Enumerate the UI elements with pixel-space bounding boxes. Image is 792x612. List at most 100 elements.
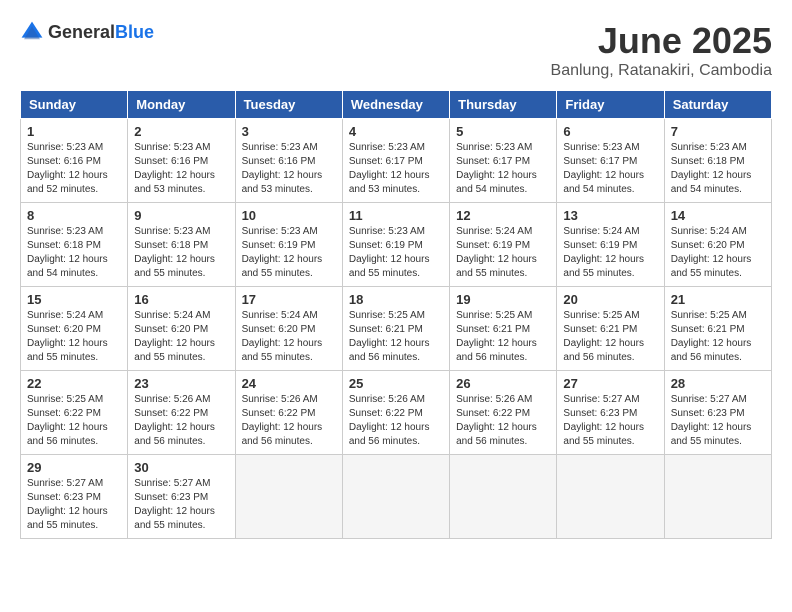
day-number: 26 <box>456 376 550 391</box>
sunset-text: Sunset: 6:23 PM <box>563 408 637 419</box>
day-number: 6 <box>563 124 657 139</box>
sunrise-text: Sunrise: 5:27 AM <box>134 478 210 489</box>
sunset-text: Sunset: 6:22 PM <box>27 408 101 419</box>
sunrise-text: Sunrise: 5:23 AM <box>134 226 210 237</box>
sunset-text: Sunset: 6:19 PM <box>563 240 637 251</box>
sunrise-text: Sunrise: 5:23 AM <box>242 226 318 237</box>
col-wednesday: Wednesday <box>342 91 449 119</box>
table-row: 10 Sunrise: 5:23 AM Sunset: 6:19 PM Dayl… <box>235 203 342 287</box>
day-info: Sunrise: 5:23 AM Sunset: 6:19 PM Dayligh… <box>349 225 443 281</box>
day-number: 8 <box>27 208 121 223</box>
table-row <box>557 455 664 539</box>
sunrise-text: Sunrise: 5:25 AM <box>349 310 425 321</box>
calendar-header-row: Sunday Monday Tuesday Wednesday Thursday… <box>21 91 772 119</box>
sunrise-text: Sunrise: 5:23 AM <box>349 142 425 153</box>
location-title: Banlung, Ratanakiri, Cambodia <box>551 62 772 80</box>
daylight-text: Daylight: 12 hours and 54 minutes. <box>563 170 644 195</box>
daylight-text: Daylight: 12 hours and 55 minutes. <box>563 254 644 279</box>
sunrise-text: Sunrise: 5:24 AM <box>456 226 532 237</box>
day-info: Sunrise: 5:23 AM Sunset: 6:16 PM Dayligh… <box>27 141 121 197</box>
day-number: 18 <box>349 292 443 307</box>
table-row: 30 Sunrise: 5:27 AM Sunset: 6:23 PM Dayl… <box>128 455 235 539</box>
day-number: 1 <box>27 124 121 139</box>
table-row: 20 Sunrise: 5:25 AM Sunset: 6:21 PM Dayl… <box>557 287 664 371</box>
table-row: 17 Sunrise: 5:24 AM Sunset: 6:20 PM Dayl… <box>235 287 342 371</box>
sunrise-text: Sunrise: 5:25 AM <box>563 310 639 321</box>
day-number: 4 <box>349 124 443 139</box>
table-row: 22 Sunrise: 5:25 AM Sunset: 6:22 PM Dayl… <box>21 371 128 455</box>
sunrise-text: Sunrise: 5:27 AM <box>563 394 639 405</box>
table-row: 28 Sunrise: 5:27 AM Sunset: 6:23 PM Dayl… <box>664 371 771 455</box>
col-friday: Friday <box>557 91 664 119</box>
title-area: June 2025 Banlung, Ratanakiri, Cambodia <box>551 20 772 80</box>
sunset-text: Sunset: 6:16 PM <box>134 156 208 167</box>
day-info: Sunrise: 5:27 AM Sunset: 6:23 PM Dayligh… <box>134 477 228 533</box>
table-row: 7 Sunrise: 5:23 AM Sunset: 6:18 PM Dayli… <box>664 119 771 203</box>
table-row: 3 Sunrise: 5:23 AM Sunset: 6:16 PM Dayli… <box>235 119 342 203</box>
day-info: Sunrise: 5:23 AM Sunset: 6:18 PM Dayligh… <box>27 225 121 281</box>
daylight-text: Daylight: 12 hours and 56 minutes. <box>242 422 323 447</box>
day-number: 11 <box>349 208 443 223</box>
daylight-text: Daylight: 12 hours and 56 minutes. <box>671 338 752 363</box>
table-row: 13 Sunrise: 5:24 AM Sunset: 6:19 PM Dayl… <box>557 203 664 287</box>
daylight-text: Daylight: 12 hours and 55 minutes. <box>27 506 108 531</box>
day-number: 23 <box>134 376 228 391</box>
day-number: 19 <box>456 292 550 307</box>
sunset-text: Sunset: 6:20 PM <box>671 240 745 251</box>
table-row: 11 Sunrise: 5:23 AM Sunset: 6:19 PM Dayl… <box>342 203 449 287</box>
daylight-text: Daylight: 12 hours and 56 minutes. <box>349 338 430 363</box>
daylight-text: Daylight: 12 hours and 53 minutes. <box>134 170 215 195</box>
sunset-text: Sunset: 6:23 PM <box>27 492 101 503</box>
table-row: 14 Sunrise: 5:24 AM Sunset: 6:20 PM Dayl… <box>664 203 771 287</box>
daylight-text: Daylight: 12 hours and 55 minutes. <box>671 422 752 447</box>
day-number: 24 <box>242 376 336 391</box>
sunrise-text: Sunrise: 5:24 AM <box>671 226 747 237</box>
daylight-text: Daylight: 12 hours and 55 minutes. <box>456 254 537 279</box>
day-number: 21 <box>671 292 765 307</box>
sunset-text: Sunset: 6:20 PM <box>242 324 316 335</box>
day-info: Sunrise: 5:24 AM Sunset: 6:20 PM Dayligh… <box>242 309 336 365</box>
sunrise-text: Sunrise: 5:26 AM <box>456 394 532 405</box>
day-info: Sunrise: 5:23 AM Sunset: 6:18 PM Dayligh… <box>134 225 228 281</box>
table-row: 4 Sunrise: 5:23 AM Sunset: 6:17 PM Dayli… <box>342 119 449 203</box>
table-row: 6 Sunrise: 5:23 AM Sunset: 6:17 PM Dayli… <box>557 119 664 203</box>
calendar-week-1: 1 Sunrise: 5:23 AM Sunset: 6:16 PM Dayli… <box>21 119 772 203</box>
sunset-text: Sunset: 6:22 PM <box>456 408 530 419</box>
day-info: Sunrise: 5:25 AM Sunset: 6:21 PM Dayligh… <box>563 309 657 365</box>
sunset-text: Sunset: 6:21 PM <box>563 324 637 335</box>
day-number: 29 <box>27 460 121 475</box>
table-row: 8 Sunrise: 5:23 AM Sunset: 6:18 PM Dayli… <box>21 203 128 287</box>
day-number: 3 <box>242 124 336 139</box>
daylight-text: Daylight: 12 hours and 56 minutes. <box>349 422 430 447</box>
table-row: 18 Sunrise: 5:25 AM Sunset: 6:21 PM Dayl… <box>342 287 449 371</box>
daylight-text: Daylight: 12 hours and 56 minutes. <box>563 338 644 363</box>
sunrise-text: Sunrise: 5:23 AM <box>27 142 103 153</box>
table-row: 25 Sunrise: 5:26 AM Sunset: 6:22 PM Dayl… <box>342 371 449 455</box>
logo-blue-text: Blue <box>115 22 154 42</box>
sunset-text: Sunset: 6:17 PM <box>349 156 423 167</box>
sunrise-text: Sunrise: 5:24 AM <box>134 310 210 321</box>
sunset-text: Sunset: 6:18 PM <box>671 156 745 167</box>
daylight-text: Daylight: 12 hours and 54 minutes. <box>671 170 752 195</box>
day-number: 10 <box>242 208 336 223</box>
daylight-text: Daylight: 12 hours and 55 minutes. <box>242 254 323 279</box>
day-info: Sunrise: 5:23 AM Sunset: 6:19 PM Dayligh… <box>242 225 336 281</box>
day-info: Sunrise: 5:23 AM Sunset: 6:16 PM Dayligh… <box>134 141 228 197</box>
month-title: June 2025 <box>551 20 772 62</box>
sunrise-text: Sunrise: 5:27 AM <box>671 394 747 405</box>
table-row: 9 Sunrise: 5:23 AM Sunset: 6:18 PM Dayli… <box>128 203 235 287</box>
table-row <box>342 455 449 539</box>
sunset-text: Sunset: 6:20 PM <box>27 324 101 335</box>
sunset-text: Sunset: 6:21 PM <box>671 324 745 335</box>
calendar-week-4: 22 Sunrise: 5:25 AM Sunset: 6:22 PM Dayl… <box>21 371 772 455</box>
day-number: 20 <box>563 292 657 307</box>
daylight-text: Daylight: 12 hours and 56 minutes. <box>27 422 108 447</box>
sunset-text: Sunset: 6:18 PM <box>134 240 208 251</box>
day-info: Sunrise: 5:24 AM Sunset: 6:20 PM Dayligh… <box>671 225 765 281</box>
sunset-text: Sunset: 6:22 PM <box>349 408 423 419</box>
table-row: 29 Sunrise: 5:27 AM Sunset: 6:23 PM Dayl… <box>21 455 128 539</box>
daylight-text: Daylight: 12 hours and 55 minutes. <box>242 338 323 363</box>
day-info: Sunrise: 5:26 AM Sunset: 6:22 PM Dayligh… <box>456 393 550 449</box>
sunset-text: Sunset: 6:18 PM <box>27 240 101 251</box>
day-number: 22 <box>27 376 121 391</box>
